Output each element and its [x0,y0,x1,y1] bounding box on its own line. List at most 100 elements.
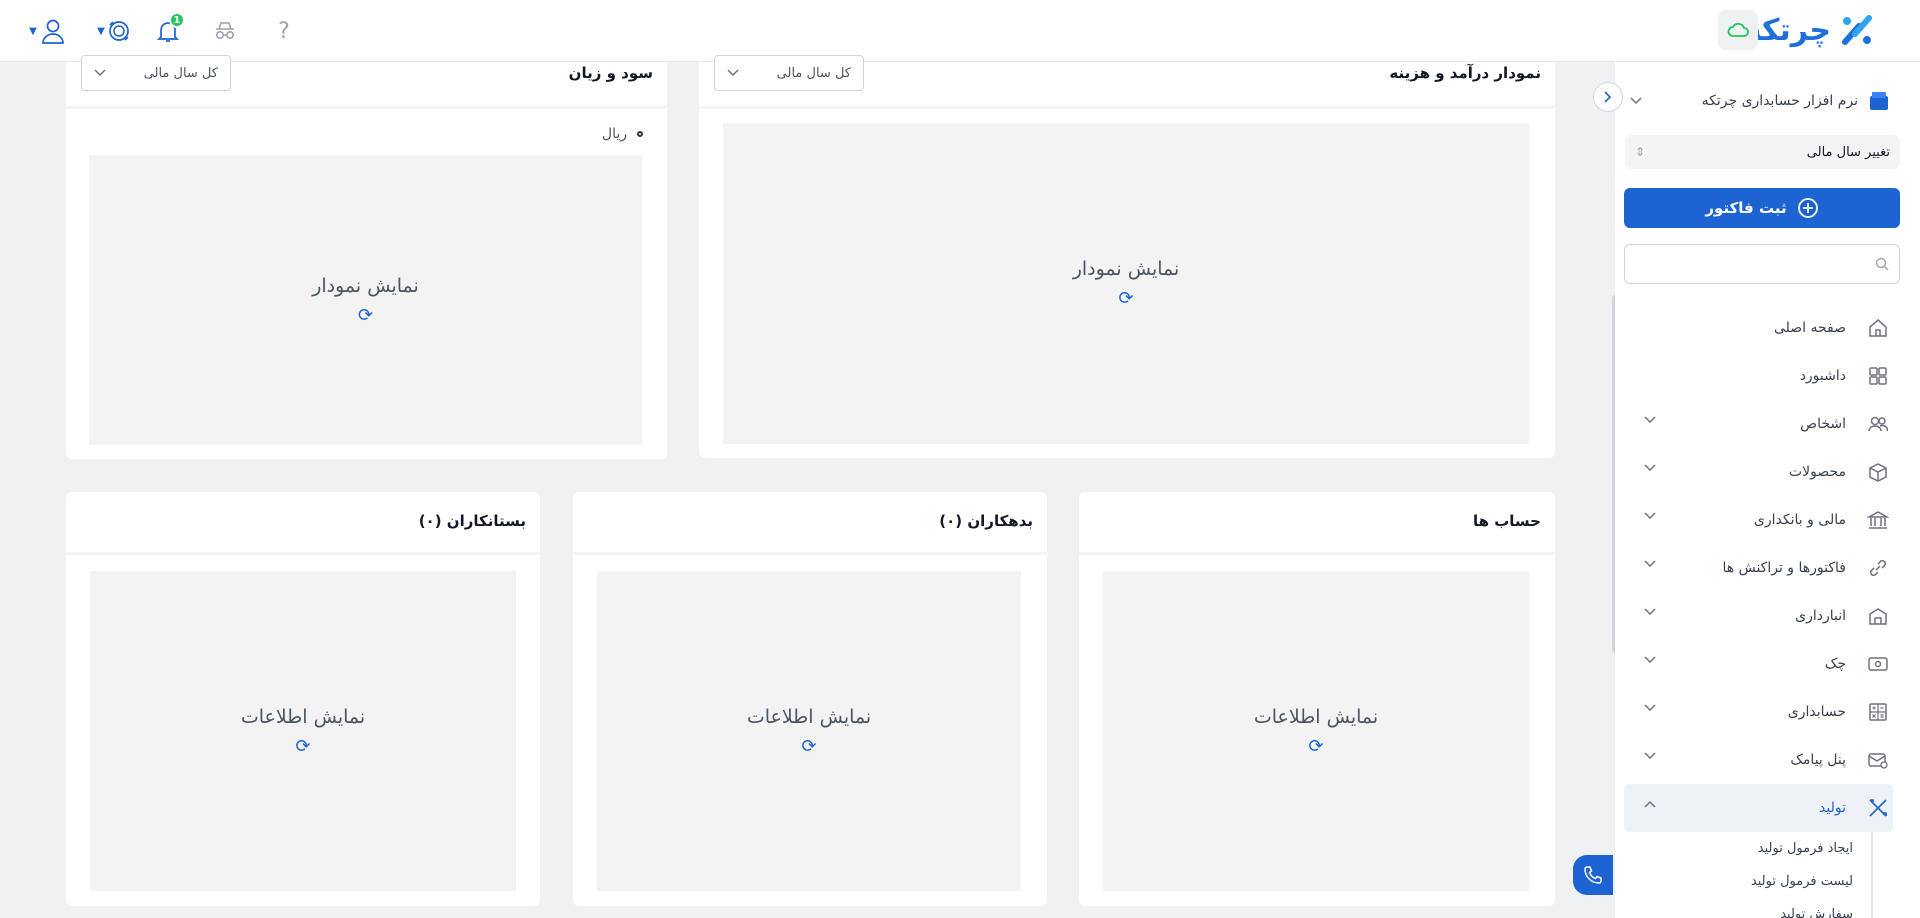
store-icon [1870,92,1888,110]
legend-marker [637,131,643,137]
company-selector[interactable]: نرم افزار حسابداری چرتکه [1630,86,1890,116]
phone-icon [1584,866,1602,884]
accounts-card: حساب ها نمایش اطلاعات ⟳ [1079,492,1555,906]
sidebar-item-warehouse[interactable]: انبارداری [1624,592,1900,640]
placeholder-text: نمایش نمودار [1072,258,1180,280]
refresh-icon[interactable]: ⟳ [1308,736,1323,757]
sidebar-item-products[interactable]: محصولات [1624,448,1900,496]
chevron-down-icon [1644,656,1656,664]
calculator-icon [1866,700,1890,724]
sidebar-item-label: تولید [1819,800,1846,816]
sms-icon [1866,748,1890,772]
chevron-down-icon [1644,704,1656,712]
placeholder-text: نمایش نمودار [312,274,419,297]
plus-circle-icon [1797,198,1818,218]
sidebar-item-cheque[interactable]: چک [1624,640,1900,688]
fiscal-year-label: تغییر سال مالی [1806,144,1890,160]
period-select[interactable]: کل سال مالی [81,55,231,91]
sidebar-item-dashboard[interactable]: داشبورد [1624,352,1900,400]
chortke-logo-icon [1842,15,1872,45]
cloud-sync-button[interactable] [1718,10,1758,50]
support-call-button[interactable] [1573,855,1613,895]
question-icon: ? [278,18,290,44]
refresh-icon[interactable]: ⟳ [801,736,816,757]
chevron-down-icon [727,69,739,77]
user-icon [41,19,64,44]
sidebar-item-accounting[interactable]: حسابداری [1624,688,1900,736]
sidebar-item-label: داشبورد [1799,368,1846,384]
card-divider [573,552,1047,555]
sidebar-item-label: حسابداری [1787,704,1846,720]
sidebar-item-label: صفحه اصلی [1773,320,1846,336]
cloud-icon [1727,22,1749,37]
income-expense-card: نمودار درآمد و هزینه کل سال مالی نمایش ن… [699,55,1555,458]
new-invoice-label: ثبت فاکتور [1705,199,1787,217]
refresh-icon[interactable]: ⟳ [358,305,373,326]
chevron-down-icon [1644,560,1656,568]
currency-menu-button[interactable]: ▼ [92,14,136,48]
sidebar-item-label: چک [1824,656,1846,672]
submenu-item-create-formula[interactable]: ایجاد فرمول تولید [1624,832,1893,865]
creditors-card: بستانکاران (۰) نمایش اطلاعات ⟳ [66,492,540,906]
production-submenu: ایجاد فرمول تولید لیست فرمول تولید سفارش… [1624,832,1893,918]
incognito-button[interactable] [208,14,242,48]
submenu-item-production-order[interactable]: سفارش تولید [1624,898,1893,918]
card-title: بستانکاران (۰) [418,512,526,530]
sidebar-item-production[interactable]: تولید [1624,784,1893,832]
chevron-down-icon [1644,464,1656,472]
chevron-right-icon [1604,91,1612,103]
submenu-item-formula-list[interactable]: لیست فرمول تولید [1624,865,1893,898]
sidebar-search-input[interactable] [1624,244,1900,284]
chevron-down-icon [1630,97,1642,105]
search-icon [1875,257,1889,271]
link-icon [1866,556,1890,580]
sidebar-item-finance[interactable]: مالی و بانکداری [1624,496,1900,544]
chevron-down-icon [1644,752,1656,760]
refresh-icon[interactable]: ⟳ [295,736,310,757]
chart-placeholder: نمایش نمودار ⟳ [723,123,1529,444]
card-divider [66,106,667,109]
dashboard-icon [1866,364,1890,388]
sidebar-item-home[interactable]: صفحه اصلی [1624,304,1900,352]
profit-loss-card: سود و زیان کل سال مالی ریال نمایش نمودار… [66,55,667,459]
debtors-card: بدهکاران (۰) نمایش اطلاعات ⟳ [573,492,1047,906]
tools-icon [1866,796,1890,820]
chevron-down-icon [1644,512,1656,520]
help-button[interactable]: ? [267,14,301,48]
card-divider [1079,552,1555,555]
card-title: سود و زیان [568,64,653,82]
data-placeholder: نمایش اطلاعات ⟳ [90,571,516,891]
cheque-icon [1866,652,1890,676]
sidebar-menu: صفحه اصلی داشبورد اشخاص محصولات مالی و ب… [1624,304,1900,918]
sidebar-item-label: پنل پیامک [1790,752,1846,768]
period-select[interactable]: کل سال مالی [714,55,864,91]
people-icon [1866,412,1890,436]
sidebar-item-people[interactable]: اشخاص [1624,400,1900,448]
caret-down-icon: ▼ [29,25,37,37]
home-icon [1866,316,1890,340]
select-value: کل سال مالی [776,65,851,81]
sidebar-item-label: اشخاص [1800,416,1846,432]
new-invoice-button[interactable]: ثبت فاکتور [1624,188,1900,228]
select-value: کل سال مالی [143,65,218,81]
card-divider [66,552,540,555]
brand-logo[interactable]: چرتکه [1744,10,1875,50]
change-fiscal-year-button[interactable]: تغییر سال مالی ⇕ [1625,135,1900,169]
user-menu-button[interactable]: ▼ [24,14,70,48]
notification-badge: 1 [169,12,185,28]
refresh-icon[interactable]: ⟳ [1118,288,1133,309]
incognito-icon [215,22,235,40]
card-title: بدهکاران (۰) [939,512,1033,530]
notifications-button[interactable]: 1 [151,12,185,48]
card-title: نمودار درآمد و هزینه [1389,64,1541,82]
company-name: نرم افزار حسابداری چرتکه [1701,93,1858,109]
submenu-line [1871,832,1873,918]
data-placeholder: نمایش اطلاعات ⟳ [597,571,1021,891]
caret-down-icon: ▼ [97,25,105,37]
sidebar-item-sms-panel[interactable]: پنل پیامک [1624,736,1900,784]
data-placeholder: نمایش اطلاعات ⟳ [1103,571,1529,891]
bank-icon [1866,508,1890,532]
sidebar-collapse-button[interactable] [1593,82,1623,112]
sidebar-item-invoices[interactable]: فاکتورها و تراکنش ها [1624,544,1900,592]
chart-placeholder: نمایش نمودار ⟳ [89,155,642,445]
